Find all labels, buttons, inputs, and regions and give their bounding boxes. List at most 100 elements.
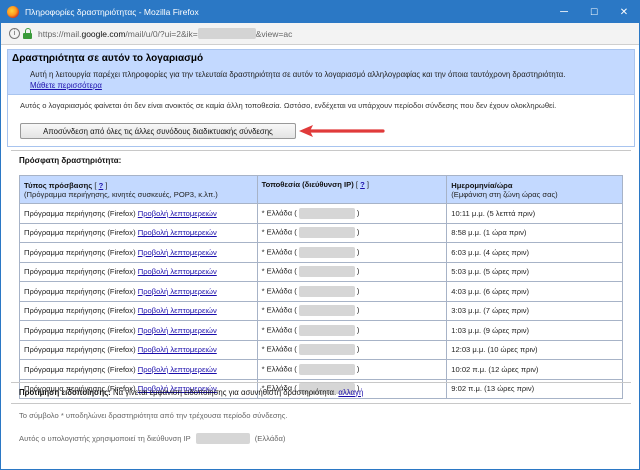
- redacted-ip: [298, 207, 355, 219]
- location-text: * Ελλάδα (: [261, 305, 297, 315]
- url-prefix: https://mail.: [38, 28, 82, 39]
- table-row: Πρόγραμμα περιήγησης (Firefox) Προβολή λ…: [19, 222, 623, 243]
- lock-icon[interactable]: [23, 28, 32, 39]
- view-details-link[interactable]: Προβολή λεπτομερειών: [138, 345, 217, 354]
- cell-access-type: Πρόγραμμα περιήγησης (Firefox) Προβολή λ…: [19, 261, 258, 282]
- title-bar: Πληροφορίες δραστηριότητας - Mozilla Fir…: [1, 1, 639, 23]
- cell-access-type: Πρόγραμμα περιήγησης (Firefox) Προβολή λ…: [19, 222, 258, 243]
- preference-text: Να γίνεται εμφάνιση ειδοποίησης για ασυν…: [112, 388, 337, 397]
- cell-location: * Ελλάδα (): [256, 359, 448, 380]
- view-details-link[interactable]: Προβολή λεπτομερειών: [138, 326, 217, 335]
- location-close: ): [356, 208, 360, 218]
- cell-location: * Ελλάδα (): [256, 300, 448, 321]
- access-type-text: Πρόγραμμα περιήγησης (Firefox): [24, 208, 136, 218]
- access-type-text: Πρόγραμμα περιήγησης (Firefox): [24, 247, 136, 257]
- help-link[interactable]: ?: [360, 180, 365, 189]
- location-close: ): [356, 266, 360, 276]
- cell-datetime: 1:03 μ.μ. (9 ώρες πριν): [446, 320, 623, 341]
- view-details-link[interactable]: Προβολή λεπτομερειών: [138, 287, 217, 296]
- location-text: * Ελλάδα (: [261, 227, 297, 237]
- table-row: Πρόγραμμα περιήγησης (Firefox) Προβολή λ…: [19, 261, 623, 282]
- divider: [11, 382, 631, 383]
- info-icon[interactable]: i: [9, 28, 20, 39]
- redacted-ip: [298, 305, 355, 317]
- firefox-window: Πληροφορίες δραστηριότητας - Mozilla Fir…: [0, 0, 640, 470]
- table-row: Πρόγραμμα περιήγησης (Firefox) Προβολή λ…: [19, 242, 623, 263]
- help-link[interactable]: ?: [99, 181, 104, 190]
- cell-datetime: 12:03 μ.μ. (10 ώρες πριν): [446, 339, 623, 360]
- access-type-text: Πρόγραμμα περιήγησης (Firefox): [24, 325, 136, 335]
- cell-access-type: Πρόγραμμα περιήγησης (Firefox) Προβολή λ…: [19, 281, 258, 302]
- window-title: Πληροφορίες δραστηριότητας - Mozilla Fir…: [25, 7, 199, 17]
- cell-access-type: Πρόγραμμα περιήγησης (Firefox) Προβολή λ…: [19, 339, 258, 360]
- access-type-text: Πρόγραμμα περιήγησης (Firefox): [24, 286, 136, 296]
- cell-location: * Ελλάδα (): [256, 261, 448, 282]
- datetime-text: 9:02 π.μ. (13 ώρες πριν): [451, 384, 535, 394]
- redacted-url-part: [197, 28, 256, 39]
- location-close: ): [356, 286, 360, 296]
- minimize-icon[interactable]: ─: [549, 1, 579, 23]
- datetime-text: 8:58 μ.μ. (1 ώρα πριν): [451, 228, 527, 238]
- table-row: Πρόγραμμα περιήγησης (Firefox) Προβολή λ…: [19, 300, 623, 321]
- redacted-ip: [298, 324, 355, 336]
- firefox-icon: [7, 6, 19, 18]
- cell-access-type: Πρόγραμμα περιήγησης (Firefox) Προβολή λ…: [19, 359, 258, 380]
- location-text: * Ελλάδα (: [261, 247, 297, 257]
- sign-out-other-sessions-button[interactable]: Αποσύνδεση από όλες τις άλλες συνόδους δ…: [20, 123, 296, 139]
- location-text: * Ελλάδα (: [261, 344, 297, 354]
- cell-datetime: 10:02 π.μ. (12 ώρες πριν): [446, 359, 623, 380]
- close-icon[interactable]: ✕: [609, 1, 639, 23]
- location-text: * Ελλάδα (: [261, 364, 297, 374]
- redacted-ip: [195, 433, 250, 444]
- location-close: ): [356, 247, 360, 257]
- view-details-link[interactable]: Προβολή λεπτομερειών: [138, 267, 217, 276]
- table-row: Πρόγραμμα περιήγησης (Firefox) Προβολή λ…: [19, 203, 623, 224]
- datetime-text: 5:03 μ.μ. (5 ώρες πριν): [451, 267, 530, 277]
- cell-datetime: 4:03 μ.μ. (6 ώρες πριν): [446, 281, 623, 302]
- view-details-link[interactable]: Προβολή λεπτομερειών: [138, 306, 217, 315]
- page-title: Δραστηριότητα σε αυτόν το λογαριασμό: [12, 53, 204, 64]
- url-path: /mail/u/0/?ui=2&ik=: [125, 28, 198, 39]
- maximize-icon[interactable]: ☐: [579, 1, 609, 23]
- cell-datetime: 3:03 μ.μ. (7 ώρες πριν): [446, 300, 623, 321]
- learn-more-link[interactable]: Μάθετε περισσότερα: [30, 81, 102, 90]
- header-access-type-sub: (Πρόγραμμα περιήγησης, κινητές συσκευές,…: [24, 189, 218, 199]
- cell-location: * Ελλάδα (): [256, 339, 448, 360]
- view-details-link[interactable]: Προβολή λεπτομερειών: [138, 365, 217, 374]
- ip-line-text: Αυτός ο υπολογιστής χρησιμοποιεί τη διεύ…: [19, 434, 191, 443]
- cell-location: * Ελλάδα (): [256, 242, 448, 263]
- location-text: * Ελλάδα (: [261, 266, 297, 276]
- preference-label: Προτίμηση ειδοποίησης:: [19, 388, 111, 397]
- location-close: ): [356, 227, 360, 237]
- datetime-text: 1:03 μ.μ. (9 ώρες πριν): [451, 325, 530, 335]
- view-details-link[interactable]: Προβολή λεπτομερειών: [138, 248, 217, 257]
- header-access-type: Τύπος πρόσβασης [ ? ] (Πρόγραμμα περιήγη…: [19, 175, 258, 204]
- datetime-text: 12:03 μ.μ. (10 ώρες πριν): [451, 345, 538, 355]
- address-bar[interactable]: i https://mail. google.com/mail/u/0/?ui=2…: [1, 23, 639, 45]
- header-location-label: Τοποθεσία (διεύθυνση IP): [261, 180, 354, 189]
- datetime-text: 4:03 μ.μ. (6 ώρες πριν): [451, 286, 530, 296]
- cell-access-type: Πρόγραμμα περιήγησης (Firefox) Προβολή λ…: [19, 203, 258, 224]
- header-datetime-label: Ημερομηνία/ώρα: [451, 180, 513, 190]
- activity-table: Τύπος πρόσβασης [ ? ] (Πρόγραμμα περιήγη…: [19, 175, 623, 399]
- change-link[interactable]: αλλαγή: [338, 388, 363, 397]
- view-details-link[interactable]: Προβολή λεπτομερειών: [138, 209, 217, 218]
- activity-banner: Δραστηριότητα σε αυτόν το λογαριασμό Αυτ…: [7, 49, 635, 95]
- view-details-link[interactable]: Προβολή λεπτομερειών: [138, 228, 217, 237]
- cell-location: * Ελλάδα (): [256, 222, 448, 243]
- redacted-ip: [298, 285, 355, 297]
- header-access-type-label: Τύπος πρόσβασης: [24, 180, 93, 190]
- location-close: ): [356, 364, 360, 374]
- asterisk-footnote: Το σύμβολο * υποδηλώνει δραστηριότητα απ…: [19, 411, 288, 420]
- banner-description: Αυτή η λειτουργία παρέχει πληροφορίες γι…: [30, 70, 566, 79]
- redacted-ip: [298, 344, 355, 356]
- datetime-text: 6:03 μ.μ. (4 ώρες πριν): [451, 247, 530, 257]
- location-close: ): [356, 305, 360, 315]
- access-type-text: Πρόγραμμα περιήγησης (Firefox): [24, 364, 136, 374]
- url-text[interactable]: https://mail. google.com/mail/u/0/?ui=2&i…: [38, 28, 292, 39]
- redacted-ip: [298, 246, 355, 258]
- header-datetime: Ημερομηνία/ώρα (Εμφάνιση στη ζώνη ώρας σ…: [446, 175, 623, 204]
- location-close: ): [356, 344, 360, 354]
- datetime-text: 3:03 μ.μ. (7 ώρες πριν): [451, 306, 530, 316]
- access-type-text: Πρόγραμμα περιήγησης (Firefox): [24, 228, 136, 238]
